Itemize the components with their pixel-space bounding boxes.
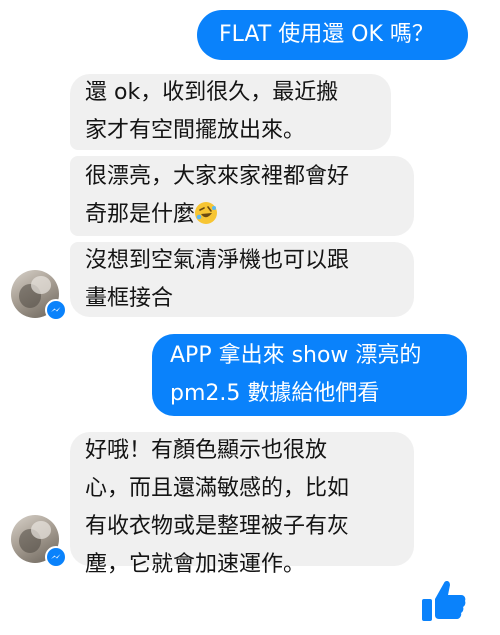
message-line: pm2.5 數據給他們看: [170, 381, 380, 406]
message-line: 心，而且還滿敏感的，比如: [85, 476, 350, 501]
messenger-icon: [45, 546, 67, 568]
message-line: 家才有空間擺放出來。: [85, 118, 306, 143]
outgoing-message-bubble[interactable]: FLAT 使用還 OK 嗎？: [197, 10, 468, 60]
thumbs-up-icon[interactable]: [420, 577, 468, 625]
incoming-message-bubble[interactable]: 沒想到空氣清淨機也可以跟 畫框接合: [70, 242, 414, 317]
message-line: 沒想到空氣清淨機也可以跟: [85, 248, 350, 273]
message-line: 有收衣物或是整理被子有灰: [85, 514, 350, 539]
chat-thread: FLAT 使用還 OK 嗎？ 還 ok，收到很久，最近搬 家才有空間擺放出來。 …: [0, 0, 500, 635]
message-line: 畫框接合: [85, 286, 174, 311]
incoming-message-bubble[interactable]: 好哦！有顏色顯示也很放 心，而且還滿敏感的，比如 有收衣物或是整理被子有灰 塵，…: [70, 432, 414, 577]
message-line: 還 ok，收到很久，最近搬: [85, 80, 339, 105]
message-text: FLAT 使用還 OK 嗎？: [219, 22, 434, 47]
message-line: 塵，它就會加速運作。: [85, 552, 306, 577]
incoming-message-bubble[interactable]: 很漂亮，大家來家裡都會好 奇那是什麼: [70, 156, 414, 236]
incoming-message-bubble[interactable]: 還 ok，收到很久，最近搬 家才有空間擺放出來。: [70, 74, 391, 150]
messenger-icon: [45, 299, 67, 321]
message-line: 好哦！有顏色顯示也很放: [85, 438, 328, 463]
outgoing-message-bubble[interactable]: APP 拿出來 show 漂亮的 pm2.5 數據給他們看: [152, 334, 467, 416]
message-line: 奇那是什麼: [85, 202, 196, 227]
message-line: APP 拿出來 show 漂亮的: [170, 343, 422, 368]
message-line: 很漂亮，大家來家裡都會好: [85, 164, 350, 189]
rolling-on-floor-laughing-emoji: [195, 202, 218, 224]
